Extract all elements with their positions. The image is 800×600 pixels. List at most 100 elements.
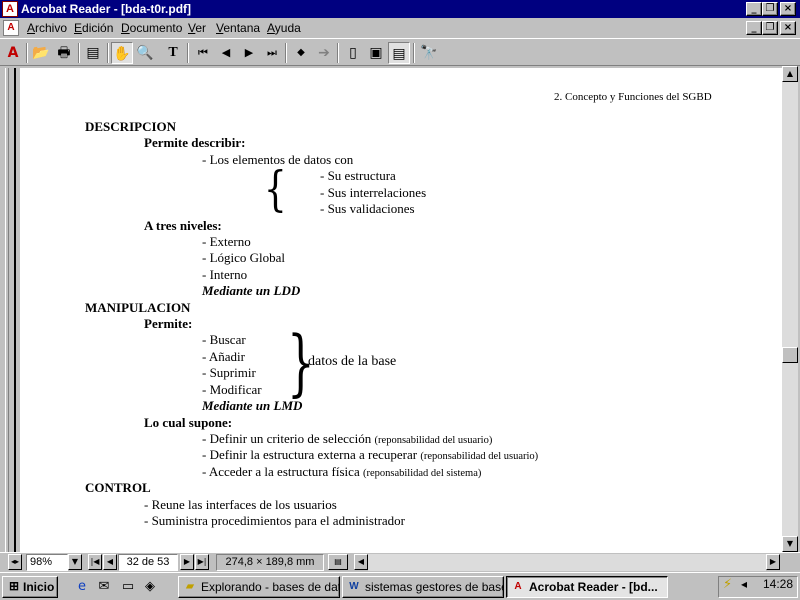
menu-ayuda[interactable]: Ayuda	[267, 21, 301, 35]
supone-estructura-externa: - Definir la estructura externa a recupe…	[202, 447, 539, 462]
task-acrobat[interactable]: A Acrobat Reader - [bd...	[506, 576, 668, 598]
mediante-ldd: Mediante un LDD	[202, 283, 301, 298]
toolbar-separator	[187, 43, 189, 63]
document-icon[interactable]: A	[3, 20, 19, 36]
menu-archivo[interactable]: Archivo	[27, 21, 67, 35]
hscroll-right-button[interactable]: ▶	[766, 554, 780, 570]
first-page-button[interactable]: |◀	[88, 554, 102, 570]
op-suprimir: - Suprimir	[202, 365, 256, 380]
start-button[interactable]: ⊞ Inicio	[2, 576, 58, 598]
taskbar: ⊞ Inicio e ✉ ▭ ◈ ▰ Explorando - bases de…	[0, 572, 800, 600]
sub-estructura: - Su estructura	[320, 168, 396, 183]
toolbar: A 📂 🖶 ▤ ✋ 🔍 T ⏮ ◀ ▶ ⏭ ◆ ➔ ▯ ▣ ▤ 🔭	[0, 38, 800, 66]
toolbar-separator	[285, 43, 287, 63]
last-page-icon[interactable]: ⏭	[261, 42, 283, 64]
lo-cual-supone: Lo cual supone:	[144, 415, 233, 430]
menu-documento[interactable]: Documento	[121, 21, 182, 35]
op-modificar: - Modificar	[202, 382, 262, 397]
mediante-lmd: Mediante un LMD	[202, 398, 303, 413]
bookmark-pane-splitter[interactable]	[2, 68, 16, 552]
show-bookmarks-icon[interactable]: ▤	[82, 42, 104, 64]
supone-acceder: - Acceder a la estructura física (repons…	[202, 464, 482, 479]
internet-explorer-icon[interactable]: e	[72, 577, 92, 597]
acrobat-logo-icon[interactable]: A	[2, 42, 24, 64]
text-select-icon[interactable]: T	[162, 42, 184, 64]
task-explorer[interactable]: ▰ Explorando - bases de datos	[178, 576, 340, 598]
system-tray: ⚡ ◂ 14:28	[718, 576, 798, 598]
heading-manipulacion: MANIPULACION	[85, 300, 191, 315]
toolbar-separator	[107, 43, 109, 63]
hscroll-left-button[interactable]: ◀	[354, 554, 368, 570]
tres-niveles: A tres niveles:	[144, 218, 222, 233]
page-number-field[interactable]: 32 de 53	[118, 554, 178, 571]
last-page-button[interactable]: ▶|	[195, 554, 209, 570]
op-anadir: - Añadir	[202, 349, 245, 364]
split-left-icon[interactable]: ◂▸	[8, 554, 22, 570]
explorer-folder-icon: ▰	[186, 581, 194, 592]
control-interfaces: - Reune las interfaces de los usuarios	[144, 497, 337, 512]
toolbar-separator	[413, 43, 415, 63]
menu-edicion[interactable]: Edición	[74, 21, 113, 35]
scroll-up-button[interactable]: ▲	[782, 66, 798, 82]
nivel-interno: - Interno	[202, 267, 248, 282]
zoom-field[interactable]: 98%	[26, 554, 68, 571]
page-size-readout: 274,8 × 189,8 mm	[216, 554, 324, 571]
acrobat-icon[interactable]: A	[2, 1, 18, 17]
first-page-icon[interactable]: ⏮	[192, 42, 214, 64]
page-layout-icon[interactable]: ▤	[328, 554, 348, 570]
outlook-express-icon[interactable]: ✉	[94, 577, 114, 597]
doc-close-button[interactable]: ×	[780, 21, 796, 35]
toolbar-separator	[337, 43, 339, 63]
channels-icon[interactable]: ◈	[140, 577, 160, 597]
restore-button[interactable]: ❐	[762, 2, 778, 16]
toolbar-separator	[26, 43, 28, 63]
close-button[interactable]: ×	[780, 2, 796, 16]
zoom-dropdown-button[interactable]: ▼	[68, 554, 82, 570]
clock[interactable]: 14:28	[763, 577, 793, 591]
acrobat-icon: A	[514, 581, 522, 592]
print-icon[interactable]: 🖶	[53, 42, 75, 64]
power-plug-icon[interactable]: ⚡	[723, 577, 732, 592]
show-desktop-icon[interactable]: ▭	[118, 577, 138, 597]
page-header: 2. Concepto y Funciones del SGBD	[554, 91, 712, 103]
doc-minimize-button[interactable]: _	[746, 21, 762, 35]
next-page-button[interactable]: ▶	[180, 554, 194, 570]
splitter-grip[interactable]	[5, 68, 9, 552]
minimize-button[interactable]: _	[746, 2, 762, 16]
menu-ver[interactable]: Ver	[188, 21, 206, 35]
volume-icon[interactable]: ◂	[741, 577, 747, 591]
hand-tool-icon[interactable]: ✋	[111, 42, 133, 64]
horizontal-scrollbar[interactable]	[368, 554, 766, 571]
nivel-logico: - Lógico Global	[202, 250, 286, 265]
scroll-down-button[interactable]: ▼	[782, 536, 798, 552]
prev-page-button[interactable]: ◀	[103, 554, 117, 570]
doc-restore-button[interactable]: ❐	[762, 21, 778, 35]
fit-width-icon[interactable]: ▤	[388, 42, 410, 64]
vertical-scrollbar[interactable]: ▲ ▼	[782, 66, 798, 552]
open-folder-icon[interactable]: 📂	[30, 42, 52, 64]
fit-page-icon[interactable]: ▣	[365, 42, 387, 64]
sub-interrelaciones: - Sus interrelaciones	[320, 185, 427, 200]
status-bar: ◂▸ 98% ▼ |◀ ◀ 32 de 53 ▶ ▶| 274,8 × 189,…	[0, 552, 800, 572]
menu-ventana[interactable]: Ventana	[216, 21, 260, 35]
actual-size-icon[interactable]: ▯	[342, 42, 364, 64]
zoom-tool-icon[interactable]: 🔍	[134, 42, 156, 64]
word-document-icon: W	[349, 581, 359, 592]
permite-describir: Permite describir:	[144, 135, 246, 150]
window-title: Acrobat Reader - [bda-t0r.pdf]	[21, 2, 192, 16]
op-buscar: - Buscar	[202, 332, 246, 347]
next-page-icon[interactable]: ▶	[238, 42, 260, 64]
find-icon[interactable]: 🔭	[418, 42, 440, 64]
left-curly-brace: {	[263, 161, 287, 217]
go-forward-icon: ➔	[318, 45, 330, 61]
prev-page-icon[interactable]: ◀	[215, 42, 237, 64]
pdf-page[interactable]: 2. Concepto y Funciones del SGBD DESCRIP…	[20, 68, 782, 552]
heading-control: CONTROL	[85, 480, 151, 495]
go-back-icon[interactable]: ◆	[290, 42, 312, 64]
scroll-thumb[interactable]	[782, 347, 798, 363]
windows-logo-icon: ⊞	[8, 579, 20, 593]
title-bar[interactable]: A Acrobat Reader - [bda-t0r.pdf] _ ❐ ×	[0, 0, 800, 18]
sub-validaciones: - Sus validaciones	[320, 201, 415, 216]
toolbar-separator	[78, 43, 80, 63]
task-word[interactable]: W sistemas gestores de base...	[342, 576, 504, 598]
